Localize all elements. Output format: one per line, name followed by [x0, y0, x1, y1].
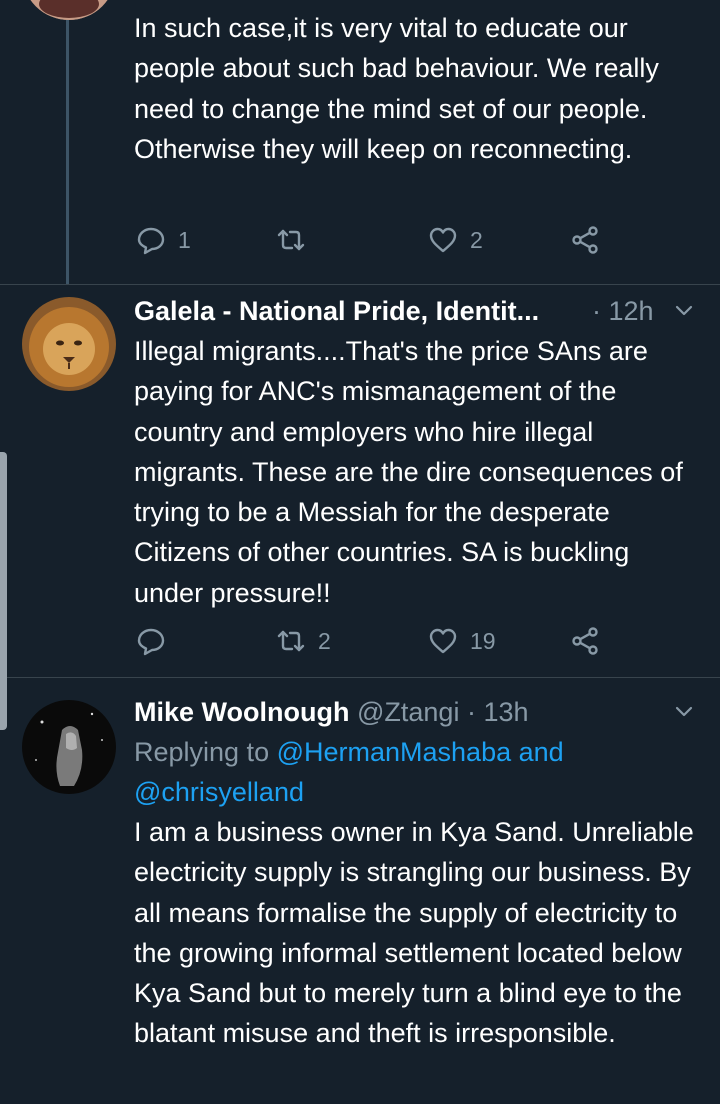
share-icon [572, 627, 598, 655]
like-button[interactable]: 19 [428, 625, 496, 657]
tweet-3[interactable]: Mike Woolnough @Ztangi · 13h Replying to… [0, 678, 720, 1104]
name-row: Mike Woolnough @Ztangi · 13h [134, 696, 529, 728]
reply-count: 1 [178, 226, 191, 253]
tweet-actions: 2 19 [134, 625, 634, 657]
tweet-time[interactable]: · 13h [467, 697, 529, 727]
replying-and[interactable]: and [511, 737, 564, 767]
retweet-button[interactable] [276, 224, 318, 256]
handle[interactable]: @Ztangi [357, 697, 459, 727]
reply-icon [137, 227, 165, 255]
reply-button[interactable]: 1 [136, 224, 191, 256]
retweet-icon [277, 630, 305, 652]
like-count: 2 [470, 226, 483, 253]
tweet-text: I am a business owner in Kya Sand. Unrel… [134, 817, 694, 1049]
lion-avatar-image [22, 297, 116, 391]
tweet-time[interactable]: · 12h [592, 295, 654, 327]
retweet-button[interactable]: 2 [276, 625, 331, 657]
mention-link[interactable]: @HermanMashaba [277, 737, 512, 767]
avatar[interactable] [22, 297, 116, 391]
thread-line [66, 12, 69, 284]
like-count: 19 [470, 627, 496, 654]
chevron-down-icon[interactable] [674, 301, 694, 321]
avatar[interactable] [22, 700, 116, 794]
heart-icon [429, 628, 457, 654]
retweet-icon [277, 229, 305, 251]
chevron-down-icon[interactable] [674, 702, 694, 722]
avatar-image [22, 0, 116, 20]
avatar-image [22, 700, 116, 794]
mention-link[interactable]: @chrisyelland [134, 777, 304, 807]
avatar[interactable] [22, 0, 116, 20]
tweet-text: Illegal migrants....That's the price SAn… [134, 336, 683, 608]
share-button[interactable] [570, 224, 600, 256]
display-name[interactable]: Mike Woolnough [134, 697, 349, 727]
tweet-text: In such case,it is very vital to educate… [134, 13, 659, 164]
replying-to: Replying to @HermanMashaba and @chrisyel… [134, 732, 704, 813]
display-name[interactable]: Galela - National Pride, Identit... [134, 295, 539, 327]
share-icon [572, 226, 598, 254]
heart-icon [429, 227, 457, 253]
replying-to-label: Replying to [134, 737, 277, 767]
tweet-actions: 1 2 [134, 224, 634, 256]
retweet-count: 2 [318, 627, 331, 654]
tweet-2[interactable]: Galela - National Pride, Identit... · 12… [0, 285, 720, 676]
reply-icon [137, 628, 165, 656]
reply-button[interactable] [136, 625, 178, 657]
scrollbar[interactable] [0, 452, 7, 730]
like-button[interactable]: 2 [428, 224, 483, 256]
tweet-1[interactable]: In such case,it is very vital to educate… [0, 0, 720, 284]
share-button[interactable] [570, 625, 600, 657]
